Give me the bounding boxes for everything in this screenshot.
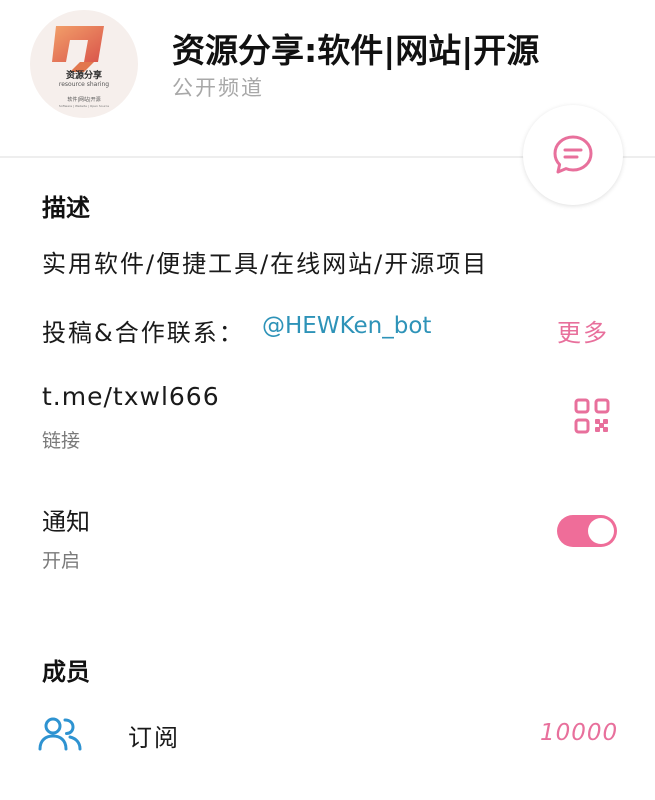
- channel-link[interactable]: t.me/txwl666: [42, 382, 220, 411]
- chat-bubble-icon: [553, 135, 593, 174]
- open-chat-button[interactable]: [523, 105, 623, 205]
- notifications-label: 通知: [42, 508, 90, 536]
- members-heading: 成员: [42, 658, 90, 686]
- description-text: 实用软件/便捷工具/在线网站/开源项目: [42, 250, 489, 278]
- contact-label: 投稿&合作联系：: [42, 319, 245, 347]
- avatar-name-text: 资源分享: [65, 71, 102, 81]
- link-caption: 链接: [42, 430, 81, 452]
- channel-avatar[interactable]: 资源分享 resource sharing 软件|网站|开源 Software …: [30, 10, 138, 118]
- avatar-tagline-text: 软件|网站|开源: [67, 97, 101, 103]
- avatar-tagline-english-text: Software | Website | Open Source: [58, 104, 110, 108]
- qr-code-icon: [574, 398, 610, 434]
- notifications-toggle[interactable]: [557, 515, 617, 547]
- subscribers-label[interactable]: 订阅: [128, 718, 180, 753]
- subscribers-row-icon[interactable]: [38, 716, 82, 752]
- more-button[interactable]: 更多: [557, 313, 609, 348]
- avatar-english-text: resource sharing: [58, 81, 110, 88]
- description-heading: 描述: [42, 194, 90, 222]
- channel-type-label: 公开频道: [172, 76, 264, 100]
- toggle-knob: [588, 518, 614, 544]
- subscribers-count: 10000: [540, 720, 619, 746]
- members-icon: [38, 717, 82, 751]
- qr-code-button[interactable]: [574, 398, 610, 434]
- channel-title: 资源分享:软件|网站|开源: [172, 31, 540, 70]
- notifications-state: 开启: [42, 550, 81, 572]
- contact-bot-link[interactable]: @HEWKen_bot: [262, 313, 431, 339]
